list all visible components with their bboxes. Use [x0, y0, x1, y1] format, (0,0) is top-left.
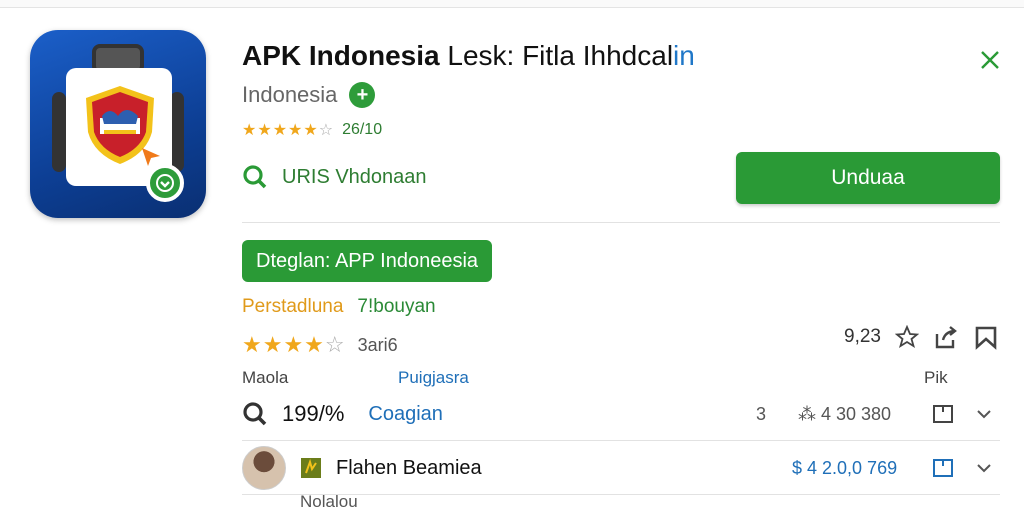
row-link[interactable]: Coagian: [368, 403, 443, 426]
bag-strap-right: [170, 92, 184, 172]
label-b[interactable]: Puigjasra: [398, 368, 469, 388]
app-subtitle: Indonesia +: [242, 82, 376, 108]
chevron-down-icon[interactable]: [974, 404, 994, 424]
meta-row: Perstadluna 7!bouyan: [242, 296, 436, 318]
list-item[interactable]: Flahen Beamiea $ 4 2.0,0 769: [242, 442, 1000, 494]
rating-text: 26/10: [342, 121, 383, 138]
bag-strap-left: [52, 92, 66, 172]
detail-rating-stars: ★★★★☆: [242, 332, 346, 357]
list-item-main: Flahen Beamiea: [242, 446, 482, 490]
avatar: [242, 446, 286, 490]
install-button[interactable]: Unduaa: [736, 152, 1000, 204]
label-c: Pik: [924, 368, 948, 387]
share-icon[interactable]: [933, 324, 959, 350]
window-icon[interactable]: [932, 457, 954, 479]
app-badge-icon: [301, 458, 321, 478]
list-item[interactable]: 199/% Coagian 3 ⁂ 4 30 380: [242, 388, 1000, 440]
row-count: 3: [756, 403, 767, 424]
top-border: [0, 0, 1024, 8]
app-title-accent: in: [673, 40, 695, 71]
app-rating: ★★★★★☆ 26/10: [242, 120, 382, 140]
window-icon[interactable]: [932, 403, 954, 425]
app-title: APK Indonesia Lesk: Fitla Ihhdcalin: [242, 40, 695, 72]
chevron-down-icon[interactable]: [974, 458, 994, 478]
rating-stars: ★★★★★☆: [242, 122, 335, 139]
rating-count: 3ari6: [357, 334, 398, 355]
close-button[interactable]: [974, 44, 1006, 76]
developer-name: Indonesia: [242, 82, 338, 107]
row-price: $ 4 2.0,0 769: [792, 457, 898, 478]
meta-b: 7!bouyan: [357, 296, 436, 317]
star-outline-icon[interactable]: [894, 325, 919, 349]
search-icon: [243, 165, 267, 189]
row-subtext: Nolalou: [300, 492, 358, 511]
app-title-rest: Lesk: Fitla Ihhdcal: [439, 40, 674, 71]
search-icon: [243, 402, 267, 426]
close-icon: [981, 51, 999, 69]
vendor-link[interactable]: URIS Vhdonaan: [242, 164, 427, 190]
app-icon: [30, 30, 206, 218]
score-value: 9,23: [844, 326, 881, 347]
action-icons: 9,23: [844, 324, 999, 350]
category-pill[interactable]: Dteglan: APP Indoneesia: [242, 240, 493, 282]
meta-a: Perstadluna: [242, 296, 344, 317]
divider: [242, 222, 1000, 223]
row-value: ⁂ 4 30 380: [798, 403, 892, 424]
percent-value: 199/%: [282, 401, 345, 426]
list-item-main: 199/% Coagian: [242, 401, 443, 427]
bookmark-icon[interactable]: [973, 324, 999, 350]
app-title-bold: APK Indonesia: [242, 40, 440, 71]
divider: [242, 440, 1000, 441]
detail-rating: ★★★★☆ 3ari6: [242, 332, 398, 358]
label-a: Maola: [242, 368, 289, 387]
add-icon[interactable]: +: [349, 82, 376, 108]
download-badge-icon: [146, 164, 184, 202]
row-name: Flahen Beamiea: [336, 456, 482, 479]
vendor-label: URIS Vhdonaan: [282, 165, 427, 188]
